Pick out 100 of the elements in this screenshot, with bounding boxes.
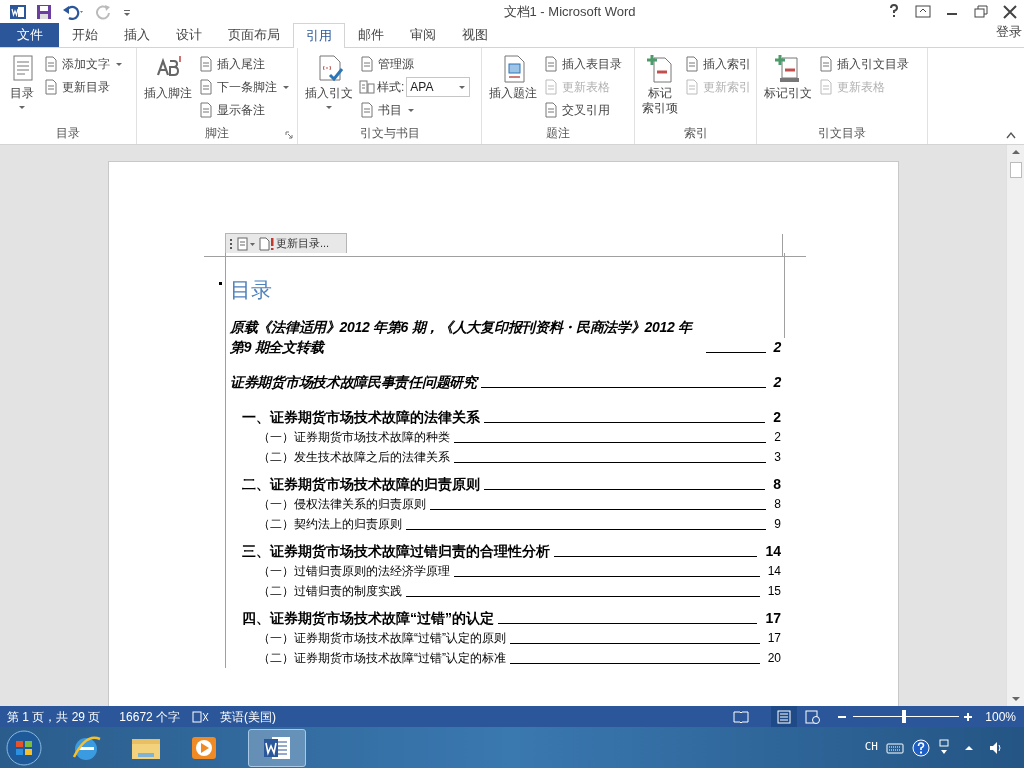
toc-section-entry[interactable]: （二）发生技术故障之后的法律关系 — [258, 447, 450, 467]
toc-chapter-entry[interactable]: 一、证券期货市场技术故障的法律关系 — [242, 407, 480, 427]
ribbon-tab[interactable]: 邮件 — [345, 23, 397, 47]
collapse-ribbon-icon[interactable] — [1006, 131, 1016, 139]
help-icon[interactable] — [912, 738, 930, 757]
ribbon-large-button[interactable]: 目录 — [5, 53, 39, 124]
ribbon-group-label: 索引 — [683, 125, 708, 142]
ribbon-button[interactable]: 插入索引 — [684, 54, 751, 74]
page-number: 2 — [774, 429, 781, 446]
document-icon — [359, 56, 375, 72]
document-icon — [645, 53, 675, 83]
style-dropdown[interactable]: APA — [406, 77, 471, 97]
ribbon-button[interactable]: 插入表目录 — [543, 54, 622, 74]
style-label: 样式: — [377, 79, 405, 96]
toc-chapter-entry[interactable]: 四、证券期货市场技术故障“过错”的认定 — [242, 608, 494, 628]
toc-chapter-entry[interactable]: 二、证券期货市场技术故障的归责原则 — [242, 474, 480, 494]
page-count[interactable]: 第 1 页，共 29 页 — [7, 707, 101, 726]
page-number: 3 — [774, 449, 781, 466]
word-logo-icon[interactable] — [10, 4, 26, 20]
ribbon-tab[interactable]: 开始 — [59, 23, 111, 47]
dropdown-arrow-icon — [18, 103, 26, 111]
vertical-scrollbar[interactable] — [1006, 145, 1024, 706]
print-layout-button[interactable] — [771, 706, 798, 727]
page-number: 2 — [773, 373, 781, 392]
zoom-in-icon[interactable] — [963, 711, 974, 722]
page-number: 14 — [765, 542, 781, 561]
keyboard-icon[interactable] — [886, 740, 904, 755]
document-icon — [43, 79, 59, 95]
toc-heading: 目录 — [230, 277, 273, 303]
dropdown-arrow-icon — [115, 60, 123, 68]
toc-section-entry[interactable]: （一）侵权法律关系的归责原则 — [258, 494, 426, 514]
web-layout-icon[interactable] — [805, 709, 822, 724]
ribbon-large-button[interactable]: 插入题注 — [487, 53, 539, 124]
ribbon-button[interactable]: 管理源 — [359, 54, 471, 74]
ribbon-tab[interactable]: 引用 — [293, 23, 345, 48]
toc-chapter-entry[interactable]: 三、证券期货市场技术故障过错归责的合理性分析 — [242, 541, 550, 561]
ribbon-tab[interactable]: 审阅 — [397, 23, 449, 47]
proofing-icon[interactable] — [192, 709, 211, 724]
close-icon[interactable] — [1000, 4, 1019, 20]
ribbon-large-button[interactable]: 插入脚注 — [142, 53, 194, 124]
ribbon-tab[interactable]: 视图 — [449, 23, 501, 47]
ribbon-display-icon[interactable] — [913, 4, 932, 20]
ribbon-tab[interactable]: 插入 — [111, 23, 163, 47]
ribbon-tab[interactable]: 设计 — [163, 23, 215, 47]
window-title: 文档1 - Microsoft Word — [502, 3, 637, 22]
word-count[interactable]: 16672 个字 — [119, 707, 181, 726]
language-indicator[interactable]: 英语(美国) — [220, 707, 277, 726]
undo-icon[interactable] — [62, 4, 86, 20]
dropdown-arrow-icon — [282, 83, 290, 91]
ribbon-button[interactable]: 插入尾注 — [198, 54, 290, 74]
drag-handle-icon[interactable] — [229, 237, 233, 250]
page-number: 8 — [773, 475, 781, 494]
toc-section-entry[interactable]: （二）证券期货市场技术故障“过错”认定的标准 — [258, 648, 506, 668]
page-number: 17 — [767, 630, 781, 647]
dropdown-arrow-icon — [407, 106, 415, 114]
save-icon[interactable] — [36, 4, 52, 20]
ribbon-tab[interactable]: 文件 — [0, 23, 59, 47]
toc-section-entry[interactable]: （一）证券期货市场技术故障的种类 — [258, 427, 450, 447]
ribbon-button[interactable]: 显示备注 — [198, 100, 290, 120]
toc-section-entry[interactable]: （二）契约法上的归责原则 — [258, 514, 402, 534]
page-number: 20 — [767, 650, 781, 667]
document-icon — [543, 79, 559, 95]
zoom-slider-thumb[interactable] — [902, 710, 907, 723]
ribbon-button[interactable]: 添加文字 — [43, 54, 123, 74]
toc-title-entry[interactable]: 证券期货市场技术故障民事责任问题研究 — [230, 372, 477, 392]
document-icon — [543, 102, 559, 118]
document-icon — [198, 79, 214, 95]
ribbon-large-button[interactable]: 插入引文 — [303, 53, 355, 124]
start-button-icon[interactable] — [6, 729, 42, 766]
document-icon — [43, 56, 59, 72]
document-icon — [818, 56, 834, 72]
document-icon — [543, 56, 559, 72]
ribbon-group-label: 引文目录 — [818, 125, 866, 142]
ribbon-large-button[interactable]: 标记 索引项 — [640, 53, 680, 124]
ribbon-button[interactable]: 下一条脚注 — [198, 77, 290, 97]
scroll-thumb[interactable] — [1009, 162, 1022, 178]
restore-icon[interactable] — [971, 4, 990, 20]
document-icon — [359, 102, 375, 118]
toc-section-entry[interactable]: （二）过错归责的制度实践 — [258, 581, 402, 601]
document-icon — [684, 56, 700, 72]
toc-section-entry[interactable]: （一）证券期货市场技术故障“过错”认定的原则 — [258, 628, 506, 648]
ribbon-large-button[interactable]: 标记引文 — [762, 53, 814, 124]
ribbon-button[interactable]: 插入引文目录 — [818, 54, 909, 74]
ribbon-tab[interactable]: 页面布局 — [215, 23, 293, 47]
toc-menu-icon[interactable] — [236, 236, 256, 251]
style-icon — [359, 79, 375, 95]
sign-in-link[interactable]: 登录 — [996, 21, 1022, 41]
ribbon-button[interactable]: 交叉引用 — [543, 100, 622, 120]
ribbon-button[interactable]: 更新目录 — [43, 77, 123, 97]
dialog-launcher-icon[interactable] — [285, 131, 293, 139]
zoom-level[interactable]: 100% — [985, 707, 1016, 726]
toc-title-entry[interactable]: 原载《法律适用》2012 年第6 期，《人大复印报刊资料・民商法学》2012 年第9 期全文转载 — [230, 317, 702, 357]
document-icon — [684, 79, 700, 95]
word-taskbar-button[interactable] — [248, 728, 306, 767]
input-language-indicator[interactable]: CH — [864, 739, 878, 756]
page-number: 17 — [765, 609, 781, 628]
ribbon-button[interactable]: 书目 — [359, 100, 471, 120]
read-mode-icon[interactable] — [733, 709, 750, 724]
update-toc-button[interactable]: 更新目录... — [259, 235, 330, 252]
toc-section-entry[interactable]: （一）过错归责原则的法经济学原理 — [258, 561, 450, 581]
